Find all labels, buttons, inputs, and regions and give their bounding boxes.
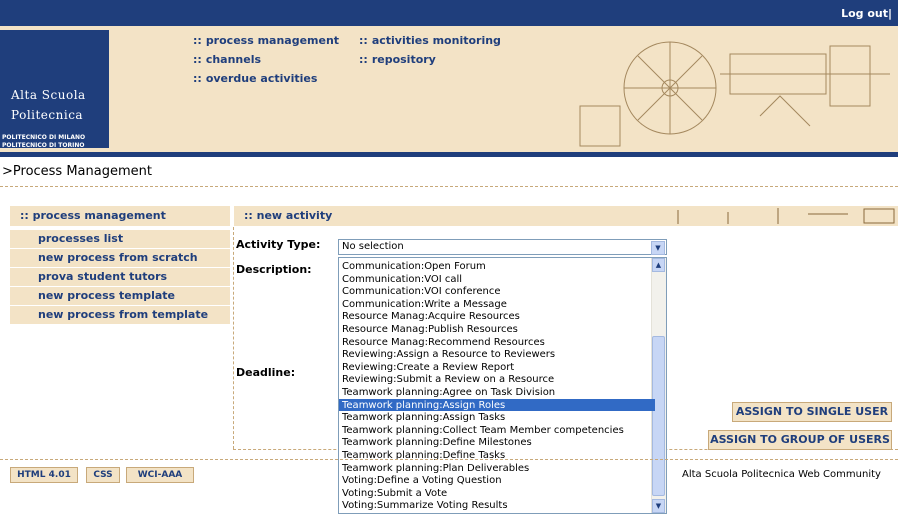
- activity-type-label: Activity Type:: [236, 238, 321, 251]
- nav-bullet-icon: ::: [359, 34, 368, 47]
- description-label: Description:: [236, 263, 312, 276]
- dropdown-option[interactable]: Teamwork planning:Assign Tasks: [339, 411, 655, 424]
- sidebar-item-prova-student-tutors[interactable]: prova student tutors: [10, 267, 230, 286]
- sidebar-item-label: new process from template: [38, 308, 209, 321]
- nav-overdue-activities[interactable]: :: overdue activities: [193, 72, 317, 85]
- dropdown-option[interactable]: Teamwork planning:Plan Deliverables: [339, 462, 655, 475]
- nav-channels[interactable]: :: channels: [193, 53, 261, 66]
- sidebar-item-processes-list[interactable]: processes list: [10, 229, 230, 248]
- chevron-down-icon[interactable]: ▼: [651, 241, 665, 255]
- sidebar-item-new-process-from-template[interactable]: new process from template: [10, 305, 230, 324]
- nav-bullet-icon: ::: [193, 72, 202, 85]
- logo-line-1: Alta Scuola: [11, 88, 86, 102]
- deadline-label: Deadline:: [236, 366, 296, 379]
- assign-group-users-button[interactable]: ASSIGN TO GROUP OF USERS: [708, 430, 892, 450]
- dropdown-option[interactable]: Resource Manag:Recommend Resources: [339, 336, 655, 349]
- nav-process-management[interactable]: :: process management: [193, 34, 339, 47]
- nav-bullet-icon: ::: [359, 53, 368, 66]
- logo-line-4: POLITECNICO DI TORINO: [2, 142, 85, 149]
- nav-label: channels: [205, 53, 262, 66]
- dropdown-option[interactable]: Communication:Write a Message: [339, 298, 655, 311]
- nav-bullet-icon: ::: [193, 53, 202, 66]
- logo[interactable]: Alta Scuola Politecnica POLITECNICO DI M…: [0, 30, 109, 149]
- divider: [0, 459, 898, 460]
- divider: [0, 186, 898, 187]
- activity-type-select[interactable]: No selection ▼: [338, 239, 667, 255]
- css-validation-badge[interactable]: CSS: [86, 467, 120, 483]
- logo-line-3: POLITECNICO DI MILANO: [2, 134, 86, 141]
- nav-bullet-icon: ::: [193, 34, 202, 47]
- dropdown-option[interactable]: Teamwork planning:Collect Team Member co…: [339, 424, 655, 437]
- dropdown-option[interactable]: Resource Manag:Publish Resources: [339, 323, 655, 336]
- wcag-badge[interactable]: WCI-AAA: [126, 467, 194, 483]
- divider: [233, 227, 234, 449]
- dropdown-option[interactable]: Communication:Open Forum: [339, 260, 655, 273]
- dropdown-option[interactable]: Resource Manag:Acquire Resources: [339, 310, 655, 323]
- dropdown-option[interactable]: Teamwork planning:Define Milestones: [339, 436, 655, 449]
- footer-text: Alta Scuola Politecnica Web Community: [682, 469, 881, 480]
- nav-activities-monitoring[interactable]: :: activities monitoring: [359, 34, 501, 47]
- dropdown-option[interactable]: Reviewing:Assign a Resource to Reviewers: [339, 348, 655, 361]
- nav-label: overdue activities: [205, 72, 318, 85]
- content-header: :: new activity: [234, 206, 898, 226]
- header-divider: [0, 152, 898, 157]
- header-drawing-image: [677, 208, 895, 224]
- dropdown-option[interactable]: Voting:Define a Voting Question: [339, 474, 655, 487]
- dropdown-option[interactable]: Voting:Submit a Vote: [339, 487, 655, 500]
- assign-single-user-button[interactable]: ASSIGN TO SINGLE USER: [732, 402, 892, 422]
- engineering-drawing-image: [579, 41, 890, 147]
- dropdown-option[interactable]: Reviewing:Create a Review Report: [339, 361, 655, 374]
- sidebar-item-label: new process template: [38, 289, 176, 302]
- sidebar-title: :: process management: [20, 209, 166, 222]
- breadcrumb: >Process Management: [2, 164, 152, 179]
- nav-label: repository: [371, 53, 436, 66]
- dropdown-option[interactable]: Teamwork planning:Assign Roles: [339, 398, 655, 412]
- sidebar-header: :: process management: [10, 206, 230, 226]
- logout-link[interactable]: Log out|: [841, 7, 892, 20]
- sidebar-item-label: processes list: [38, 232, 124, 245]
- dropdown-option[interactable]: Communication:VOI call: [339, 273, 655, 286]
- dropdown-option[interactable]: Communication:VOI conference: [339, 285, 655, 298]
- nav-label: process management: [205, 34, 340, 47]
- top-bar: Log out|: [0, 0, 898, 26]
- logo-line-2: Politecnica: [11, 108, 84, 122]
- sidebar-item-label: prova student tutors: [38, 270, 168, 283]
- sidebar-item-new-process-from-scratch[interactable]: new process from scratch: [10, 248, 230, 267]
- select-value: No selection: [342, 241, 404, 252]
- site-header: Alta Scuola Politecnica POLITECNICO DI M…: [0, 26, 898, 152]
- sidebar-item-label: new process from scratch: [38, 251, 198, 264]
- dropdown-option[interactable]: Reviewing:Submit a Review on a Resource: [339, 373, 655, 386]
- sidebar-item-new-process-template[interactable]: new process template: [10, 286, 230, 305]
- nav-repository[interactable]: :: repository: [359, 53, 436, 66]
- dropdown-option[interactable]: Voting:Summarize Voting Results: [339, 499, 655, 512]
- html-validation-badge[interactable]: HTML 4.01: [10, 467, 78, 483]
- nav-label: activities monitoring: [371, 34, 501, 47]
- content-title: :: new activity: [244, 209, 333, 222]
- dropdown-option[interactable]: Teamwork planning:Agree on Task Division: [339, 386, 655, 399]
- activity-type-dropdown-list[interactable]: ▲ ▼ Communication:Open Forum Communicatio…: [338, 257, 667, 514]
